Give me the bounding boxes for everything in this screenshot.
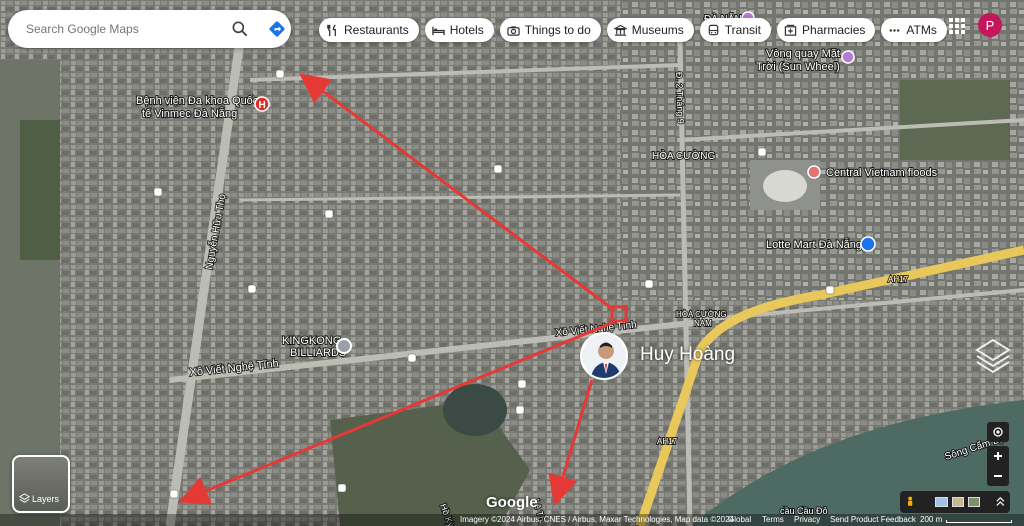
chip-label: Restaurants <box>344 23 409 37</box>
bus-icon <box>708 24 719 35</box>
footer-bar: Imagery ©2024 Airbus, CNES / Airbus, Max… <box>0 514 1024 526</box>
feedback-link[interactable]: Send Product Feedback <box>830 515 916 524</box>
apps-grid-icon[interactable] <box>948 17 966 35</box>
chip-label: Things to do <box>524 23 591 37</box>
chip-hotels[interactable]: Hotels <box>424 18 494 42</box>
hoa-cuong-nam-label-2: NAM <box>694 319 712 328</box>
category-chips: Restaurants Hotels Things to do Museums … <box>319 18 947 42</box>
central-vietnam-pin[interactable] <box>807 165 821 179</box>
chip-things-to-do[interactable]: Things to do <box>499 18 601 42</box>
search-box[interactable] <box>8 10 291 48</box>
ah17-label: AH17 <box>888 275 909 284</box>
hoa-cuong-label: HÒA CƯỜNG <box>652 149 715 162</box>
hospital-label[interactable]: Bệnh viện Đa khoa Quốc <box>135 94 260 108</box>
kingkong-billiards-label[interactable]: KINGKONG <box>281 334 342 348</box>
kingkong-pin[interactable] <box>336 338 352 354</box>
person-avatar[interactable] <box>580 332 628 380</box>
hospital-label-2[interactable]: tế Vinmec Đà Nẵng <box>141 106 238 121</box>
bed-icon <box>431 26 445 35</box>
bottom-controls <box>900 491 1010 513</box>
zoom-in-button[interactable] <box>987 446 1009 466</box>
scale-bar <box>946 520 1012 523</box>
lotte-mart-label[interactable]: Lotte Mart Đà Nẵng <box>765 237 863 252</box>
restaurant-icon <box>327 23 336 36</box>
layers-3d-icon[interactable] <box>975 338 1011 376</box>
pharmacy-icon <box>784 24 797 36</box>
sun-wheel-label[interactable]: Vòng quay Mặt <box>765 47 841 61</box>
chip-label: Transit <box>724 23 762 37</box>
chip-label: Museums <box>631 23 684 37</box>
chip-museums[interactable]: Museums <box>606 18 694 42</box>
camera-icon <box>507 25 520 36</box>
chip-label: Hotels <box>449 23 484 37</box>
layers-icon <box>19 493 30 503</box>
terms-link[interactable]: Terms <box>762 515 784 524</box>
imagery-attribution: Imagery ©2024 Airbus, CNES / Airbus, Max… <box>460 515 735 524</box>
ah17-label-b: AH17 <box>657 437 678 446</box>
chip-transit[interactable]: Transit <box>699 18 772 42</box>
minus-icon <box>994 475 1002 477</box>
layers-button[interactable]: Layers <box>12 455 70 513</box>
green-area <box>20 120 60 260</box>
plus-icon <box>994 452 1002 460</box>
central-vietnam-floods-label[interactable]: Central Vietnam floods <box>825 166 939 180</box>
privacy-link[interactable]: Privacy <box>794 515 820 524</box>
chip-label: ATMs <box>906 23 937 37</box>
more-dots-icon <box>889 28 900 32</box>
location-target-icon <box>993 427 1003 437</box>
zoom-out-button[interactable] <box>987 466 1009 486</box>
person-name-label[interactable]: Huy Hoàng <box>640 344 735 366</box>
chip-pharmacies[interactable]: Pharmacies <box>777 18 876 42</box>
sun-wheel-label-2[interactable]: Trời (Sun Wheel) <box>755 60 841 74</box>
lotte-mart-pin[interactable] <box>860 236 876 252</box>
scale-label[interactable]: 200 m <box>920 515 942 524</box>
satellite-map[interactable]: Bệnh viện Đa khoa Quốc tế Vinmec Đà Nẵng… <box>0 0 1024 526</box>
terrain-thumb[interactable] <box>951 497 965 507</box>
account-avatar[interactable]: P <box>978 13 1002 37</box>
search-icon[interactable] <box>230 19 250 39</box>
chip-label: Pharmacies <box>802 23 866 37</box>
hospital-pin-icon: H <box>259 100 266 111</box>
satellite-thumb[interactable] <box>968 497 981 507</box>
pegman-icon[interactable] <box>905 495 915 509</box>
map-controls <box>987 422 1009 486</box>
street-2-9-label: Đ. 2 Tháng 9 <box>674 72 686 124</box>
google-logo: Google <box>486 494 538 511</box>
lake <box>443 384 507 436</box>
my-location-button[interactable] <box>987 422 1009 442</box>
museum-icon <box>613 24 627 36</box>
chip-atms[interactable]: ATMs <box>881 18 947 42</box>
stadium <box>763 170 807 202</box>
map-type-thumb[interactable] <box>935 497 948 507</box>
directions-icon[interactable] <box>267 19 287 39</box>
hoa-cuong-nam-label: HÒA CƯỜNG <box>676 310 727 319</box>
sun-wheel-pin[interactable] <box>841 50 855 64</box>
global-link[interactable]: Global <box>728 515 751 524</box>
chip-restaurants[interactable]: Restaurants <box>319 18 419 42</box>
layers-label: Layers <box>32 494 60 504</box>
search-input[interactable] <box>26 22 216 36</box>
chevron-up-icon[interactable] <box>996 496 1005 508</box>
